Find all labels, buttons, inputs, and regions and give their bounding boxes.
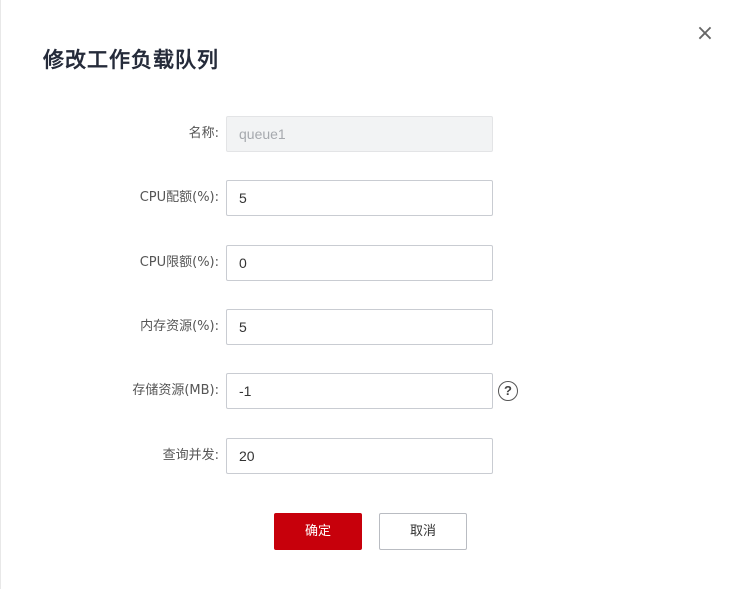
cpu-limit-label: CPU限额(%): [139,255,219,270]
memory-input[interactable] [226,309,493,345]
form-row-memory: 内存资源(%): [1,309,734,345]
cpu-limit-input[interactable] [226,245,493,281]
cpu-quota-label: CPU配额(%): [139,190,219,205]
name-label: 名称: [188,126,219,141]
cpu-quota-input[interactable] [226,180,493,216]
form-row-cpu-limit: CPU限额(%): [1,245,734,281]
query-concurrency-input[interactable] [226,438,493,474]
memory-label: 内存资源(%): [140,319,219,334]
question-circle-icon[interactable]: ? [498,381,518,401]
name-input [226,116,493,152]
form-row-query-concurrency: 查询并发: [1,438,734,474]
query-concurrency-label: 查询并发: [162,448,219,463]
edit-workload-queue-dialog: × 修改工作负载队列 名称: CPU配额(%): CPU限额(%): 内存资源(… [0,0,734,589]
close-icon[interactable]: × [693,22,717,46]
form-row-storage: 存储资源(MB): ? [1,373,734,409]
storage-input[interactable] [226,373,493,409]
form-row-name: 名称: [1,116,734,152]
cancel-button[interactable]: 取消 [379,513,467,550]
form-row-cpu-quota: CPU配额(%): [1,180,734,216]
confirm-button[interactable]: 确定 [274,513,362,550]
dialog-title: 修改工作负载队列 [43,48,219,72]
storage-label: 存储资源(MB): [132,383,219,398]
